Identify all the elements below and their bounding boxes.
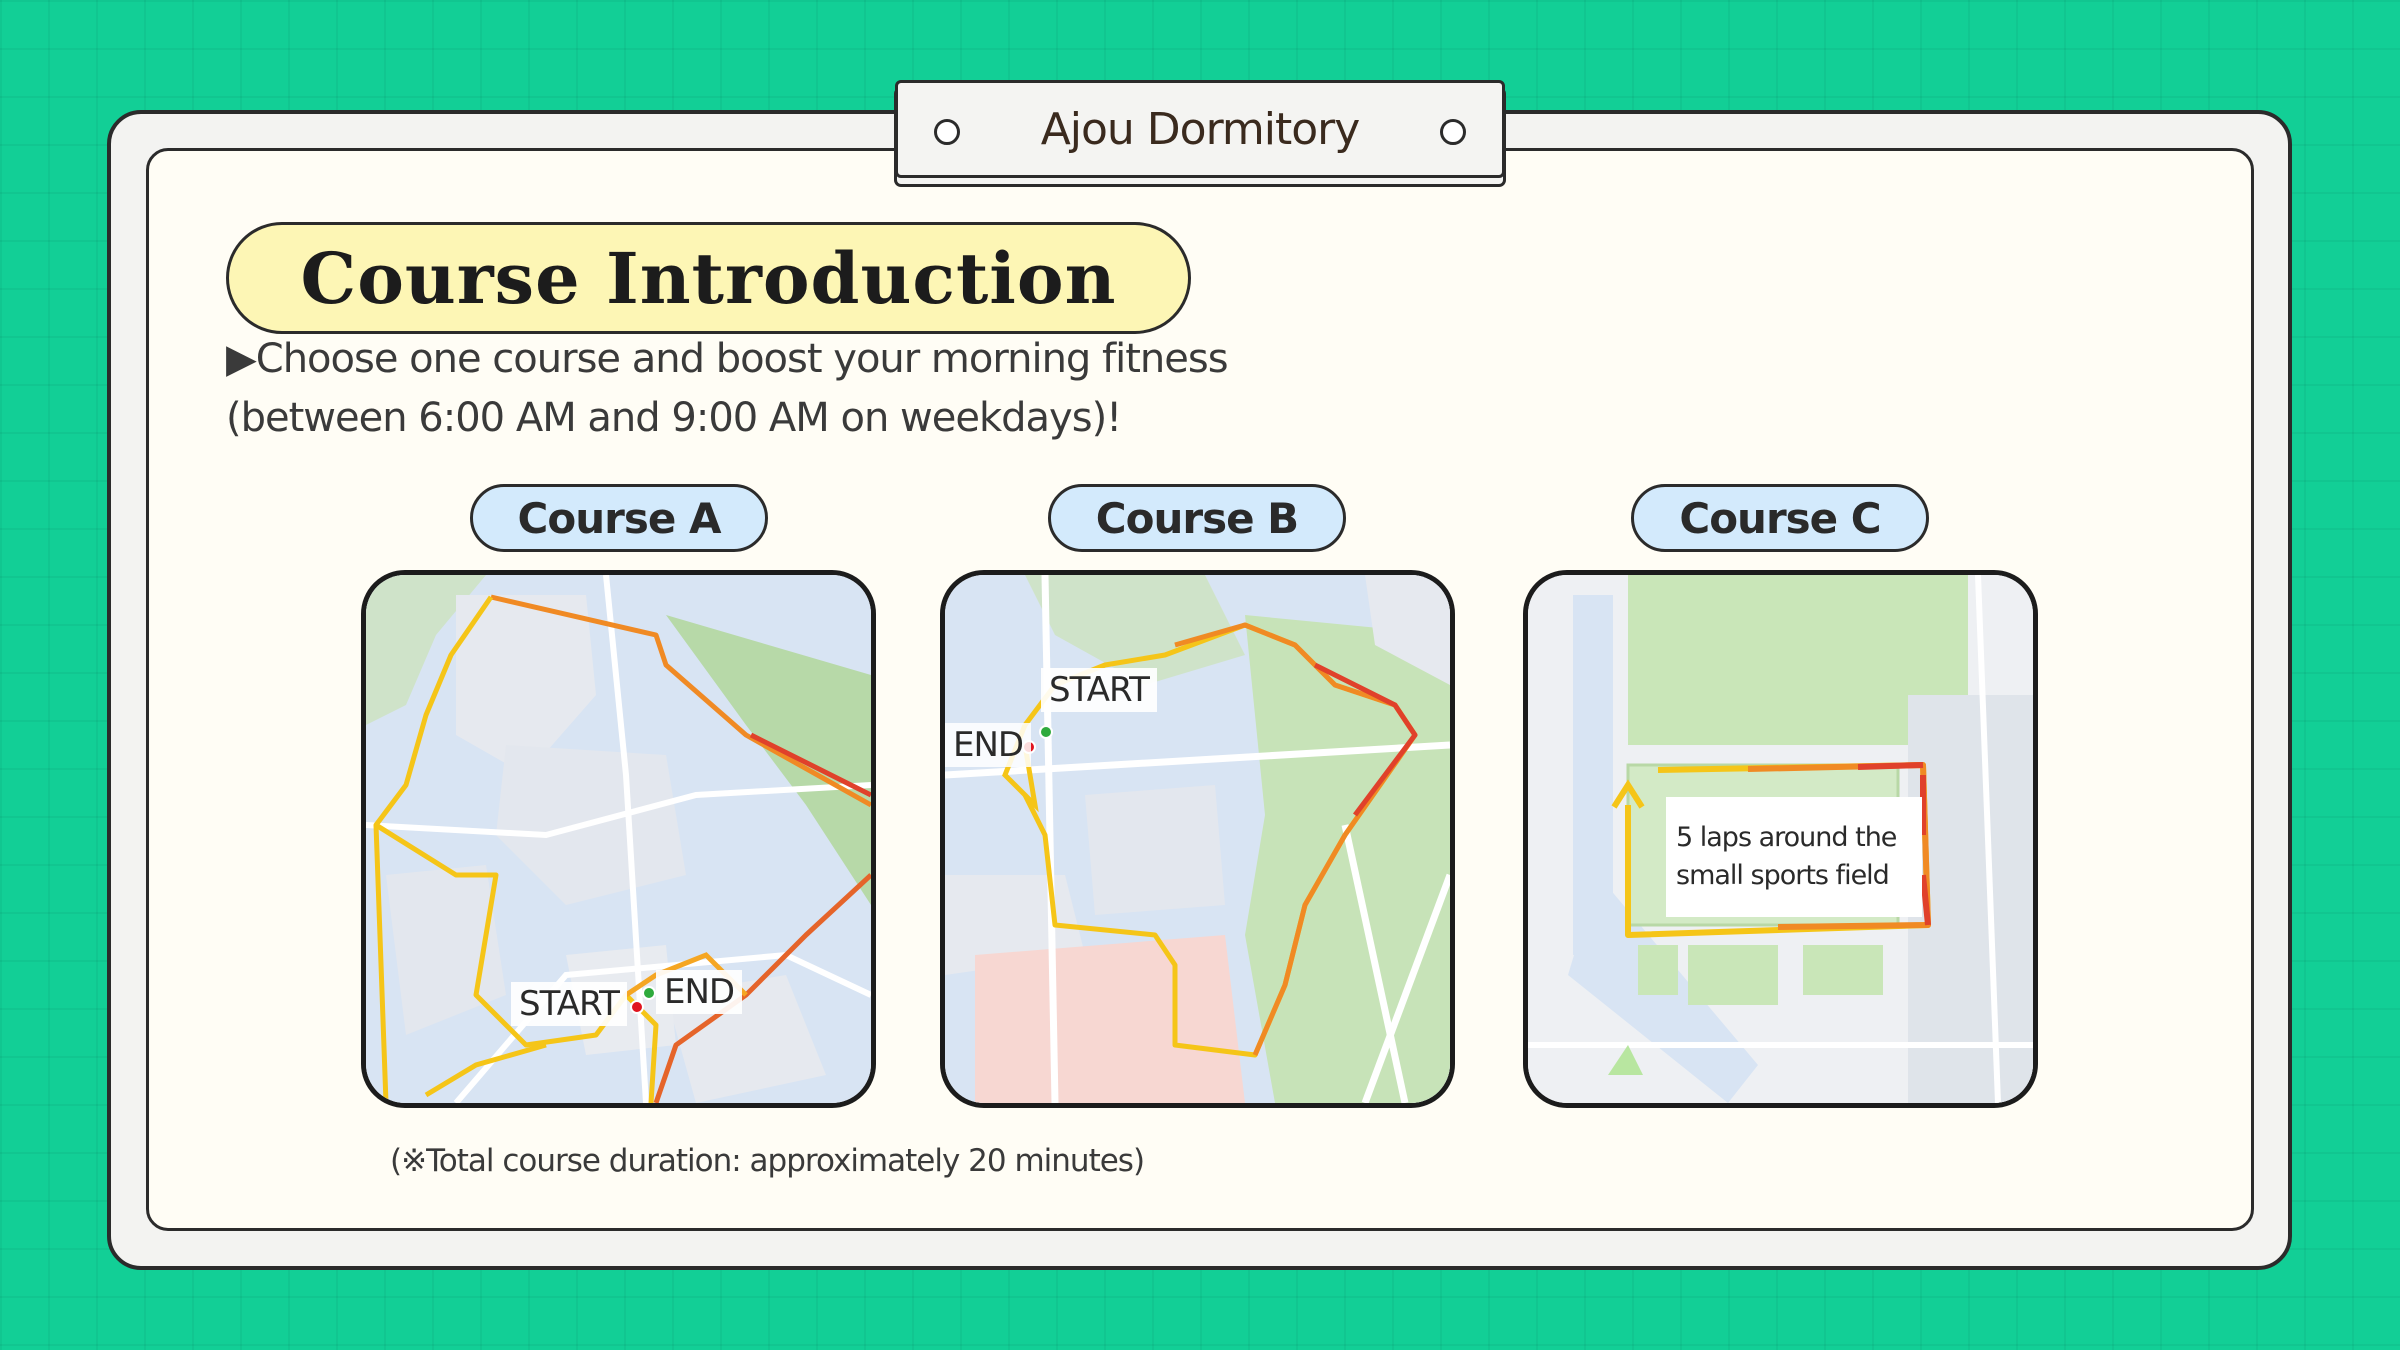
course-a-start-label: START [511,982,627,1026]
course-c-label: Course C [1631,484,1929,552]
course-b-map: START END [940,570,1455,1108]
course-a-map: START END [361,570,876,1108]
subtitle-line-1: ▶Choose one course and boost your mornin… [226,336,1229,382]
course-b-label: Course B [1048,484,1346,552]
heading-pill: Course Introduction [226,222,1191,334]
tab-right-dot [1440,119,1466,145]
course-c-map: 5 laps around the small sports field [1523,570,2038,1108]
subtitle: ▶Choose one course and boost your mornin… [226,330,1626,448]
subtitle-line-2: (between 6:00 AM and 9:00 AM on weekdays… [226,395,1122,441]
course-b-map-graphic [945,575,1450,1103]
course-b-start-label: START [1041,668,1157,712]
duration-footnote: (※Total course duration: approximately 2… [390,1143,1145,1179]
tab-left-dot [934,119,960,145]
course-c-info-line-2: small sports field [1676,860,1890,891]
course-c-info-line-1: 5 laps around the [1676,822,1897,853]
title-tab: Ajou Dormitory [895,80,1505,178]
course-a-end-label: END [656,970,743,1014]
course-a-label: Course A [470,484,768,552]
page-title: Course Introduction [300,236,1117,320]
tab-title: Ajou Dormitory [1040,103,1361,155]
course-b-end-label: END [945,723,1032,767]
course-c-info-box: 5 laps around the small sports field [1666,797,1922,917]
